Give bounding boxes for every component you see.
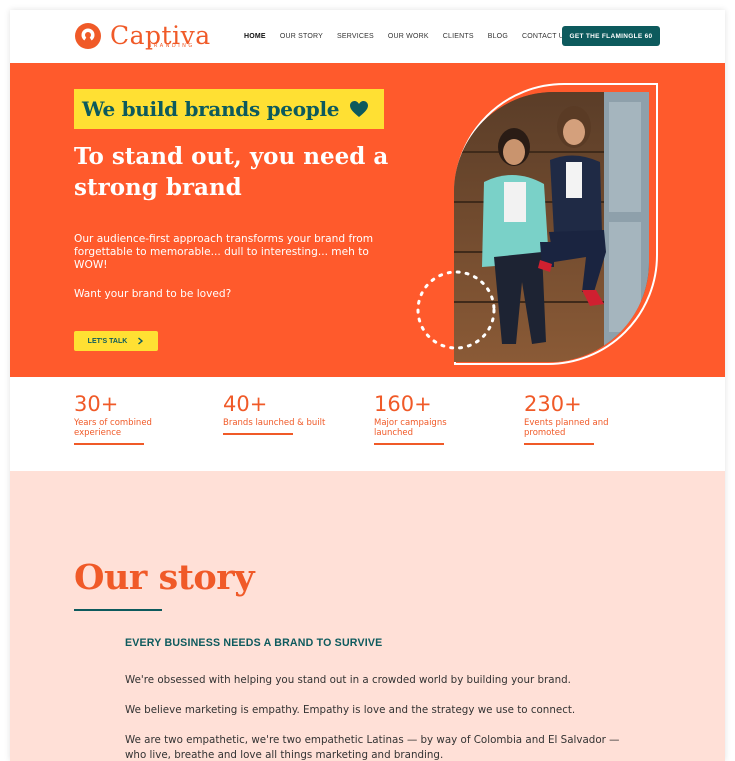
stat-item: 230+ Events planned and promoted xyxy=(524,391,634,445)
story-paragraph: We're obsessed with helping you stand ou… xyxy=(125,674,571,686)
stat-underline xyxy=(374,443,444,445)
hero-question: Want your brand to be loved? xyxy=(74,288,232,300)
stat-underline xyxy=(223,433,293,435)
stat-underline xyxy=(524,443,594,445)
stats-section: 30+ Years of combined experience 40+ Bra… xyxy=(10,377,725,471)
stat-number: 160+ xyxy=(374,392,432,416)
our-story-section: Our story EVERY BUSINESS NEEDS A BRAND T… xyxy=(10,471,725,761)
lets-talk-button[interactable]: LET'S TALK xyxy=(74,331,158,351)
nav-blog[interactable]: BLOG xyxy=(488,33,508,40)
nav-home[interactable]: HOME xyxy=(244,33,266,40)
nav-services[interactable]: SERVICES xyxy=(337,33,374,40)
section-subtitle: EVERY BUSINESS NEEDS A BRAND TO SURVIVE xyxy=(125,637,383,649)
stat-underline xyxy=(74,443,144,445)
stat-item: 40+ Brands launched & built xyxy=(223,391,333,435)
stat-label: Years of combined experience xyxy=(74,418,152,438)
chevron-right-icon xyxy=(138,337,144,345)
stat-item: 160+ Major campaigns launched xyxy=(374,391,484,445)
nav-our-story[interactable]: OUR STORY xyxy=(280,33,323,40)
lets-talk-label: LET'S TALK xyxy=(87,337,128,345)
stat-item: 30+ Years of combined experience xyxy=(74,391,184,445)
logo-subtext: BRANDING xyxy=(148,43,195,49)
hero-highlight-text: We build brands people xyxy=(82,97,340,121)
hero-title: To stand out, you need a strong brand xyxy=(74,143,389,201)
title-underline xyxy=(74,609,162,611)
story-paragraph: We believe marketing is empathy. Empathy… xyxy=(125,704,576,716)
stat-label: Major campaigns launched xyxy=(374,418,447,438)
get-flamingle-button[interactable]: GET THE FLAMINGLE 60 xyxy=(562,26,660,46)
dotted-circle-decoration xyxy=(416,270,496,350)
stat-label: Brands launched & built xyxy=(223,418,326,428)
stat-label: Events planned and promoted xyxy=(524,418,609,438)
site-header: Captiva BRANDING HOME OUR STORY SERVICES… xyxy=(10,10,725,63)
hero-body: Our audience-first approach transforms y… xyxy=(74,233,374,271)
heart-icon xyxy=(350,101,369,117)
hero-section: We build brands people To stand out, you… xyxy=(10,63,725,377)
stat-number: 30+ xyxy=(74,392,119,416)
page: Captiva BRANDING HOME OUR STORY SERVICES… xyxy=(10,10,725,761)
story-paragraph: We are two empathetic, we're two empathe… xyxy=(125,734,620,761)
stat-number: 230+ xyxy=(524,392,582,416)
hero-highlight: We build brands people xyxy=(74,89,384,129)
nav-our-work[interactable]: OUR WORK xyxy=(388,33,429,40)
main-nav: HOME OUR STORY SERVICES OUR WORK CLIENTS… xyxy=(244,33,569,40)
section-title: Our story xyxy=(74,557,255,598)
logo-mark-icon xyxy=(75,23,101,49)
stat-number: 40+ xyxy=(223,392,268,416)
nav-clients[interactable]: CLIENTS xyxy=(443,33,474,40)
